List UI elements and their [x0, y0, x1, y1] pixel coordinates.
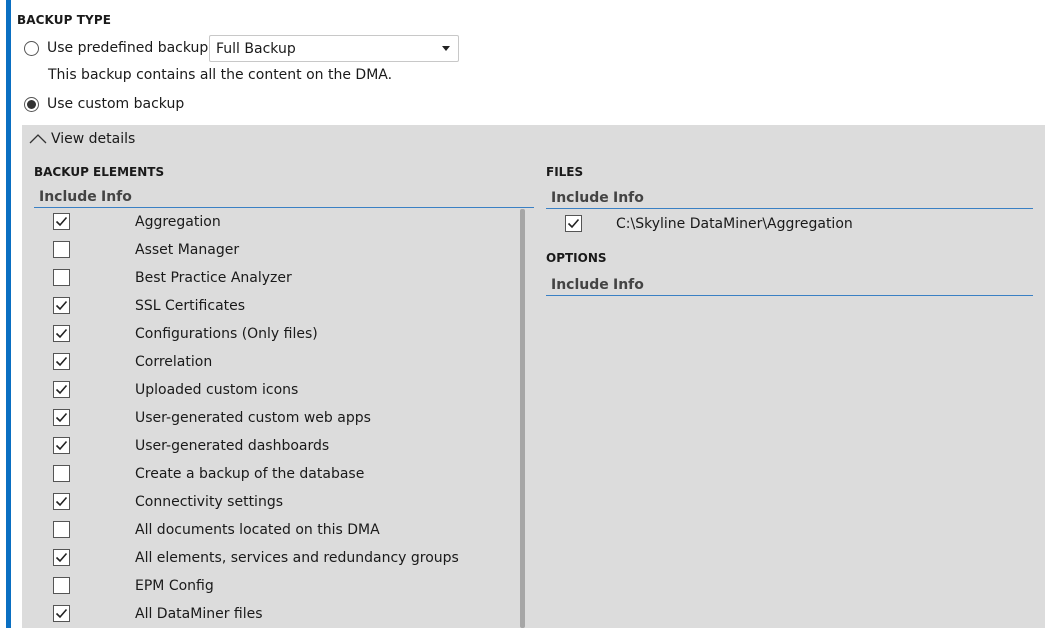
- backup-element-label: All DataMiner files: [135, 605, 263, 622]
- backup-element-row: Best Practice Analyzer: [53, 269, 292, 286]
- options-title: OPTIONS: [546, 251, 607, 265]
- backup-element-checkbox[interactable]: [53, 577, 70, 594]
- view-details-label: View details: [51, 131, 136, 147]
- backup-element-label: Create a backup of the database: [135, 465, 365, 482]
- chevron-up-icon: [29, 132, 47, 146]
- backup-element-row: Aggregation: [53, 213, 221, 230]
- backup-element-label: All documents located on this DMA: [135, 521, 380, 538]
- backup-element-row: EPM Config: [53, 577, 214, 594]
- backup-element-row: All documents located on this DMA: [53, 521, 380, 538]
- backup-elements-title: BACKUP ELEMENTS: [34, 165, 165, 179]
- details-panel: View details BACKUP ELEMENTS Include Inf…: [22, 125, 1045, 628]
- backup-element-checkbox[interactable]: [53, 549, 70, 566]
- backup-element-checkbox[interactable]: [53, 493, 70, 510]
- checkmark-icon: [55, 608, 68, 619]
- files-header-line: [546, 208, 1033, 209]
- file-label: C:\Skyline DataMiner\Aggregation: [616, 215, 853, 232]
- backup-element-checkbox[interactable]: [53, 241, 70, 258]
- checkmark-icon: [55, 552, 68, 563]
- backup-element-checkbox[interactable]: [53, 409, 70, 426]
- accent-bar: [6, 0, 11, 628]
- backup-element-row: Configurations (Only files): [53, 325, 318, 342]
- backup-element-label: Uploaded custom icons: [135, 381, 299, 398]
- file-row: C:\Skyline DataMiner\Aggregation: [565, 215, 853, 232]
- backup-element-label: Best Practice Analyzer: [135, 269, 292, 286]
- options-header: Include Info: [551, 277, 644, 293]
- section-title: BACKUP TYPE: [17, 13, 112, 27]
- predefined-backup-radio[interactable]: [24, 40, 39, 56]
- backup-element-label: Asset Manager: [135, 241, 240, 258]
- options-col-include[interactable]: Include: [551, 277, 613, 293]
- backup-element-label: Configurations (Only files): [135, 325, 318, 342]
- files-title: FILES: [546, 165, 584, 179]
- files-col-info[interactable]: Info: [613, 190, 644, 206]
- backup-element-label: Correlation: [135, 353, 213, 370]
- col-info[interactable]: Info: [101, 189, 132, 205]
- dropdown-arrow-icon: [442, 46, 450, 51]
- backup-element-checkbox[interactable]: [53, 381, 70, 398]
- files-col-include[interactable]: Include: [551, 190, 613, 206]
- backup-element-label: All elements, services and redundancy gr…: [135, 549, 459, 566]
- predefined-backup-option[interactable]: Use predefined backup:: [24, 40, 213, 56]
- backup-element-checkbox[interactable]: [53, 521, 70, 538]
- dropdown-value: Full Backup: [216, 40, 296, 57]
- backup-element-row: Create a backup of the database: [53, 465, 364, 482]
- checkmark-icon: [55, 412, 68, 423]
- custom-backup-option[interactable]: Use custom backup: [24, 96, 184, 112]
- backup-element-row: All DataMiner files: [53, 605, 263, 622]
- predefined-backup-description: This backup contains all the content on …: [48, 67, 393, 83]
- checkmark-icon: [55, 384, 68, 395]
- backup-element-label: SSL Certificates: [135, 297, 246, 314]
- backup-element-row: User-generated custom web apps: [53, 409, 371, 426]
- backup-element-row: Uploaded custom icons: [53, 381, 298, 398]
- backup-elements-header-line: [34, 207, 534, 208]
- custom-backup-radio[interactable]: [24, 96, 39, 112]
- backup-element-label: Aggregation: [135, 213, 221, 230]
- backup-element-checkbox[interactable]: [53, 465, 70, 482]
- backup-element-checkbox[interactable]: [53, 437, 70, 454]
- backup-element-label: User-generated custom web apps: [135, 409, 371, 426]
- backup-element-label: User-generated dashboards: [135, 437, 330, 454]
- view-details-toggle[interactable]: View details: [29, 131, 135, 147]
- predefined-backup-label: Use predefined backup:: [47, 40, 214, 56]
- backup-element-row: All elements, services and redundancy gr…: [53, 549, 459, 566]
- backup-element-checkbox[interactable]: [53, 297, 70, 314]
- custom-backup-label: Use custom backup: [47, 96, 185, 112]
- backup-element-row: Connectivity settings: [53, 493, 283, 510]
- checkmark-icon: [55, 496, 68, 507]
- backup-element-label: Connectivity settings: [135, 493, 284, 510]
- checkmark-icon: [55, 328, 68, 339]
- backup-element-checkbox[interactable]: [53, 325, 70, 342]
- checkmark-icon: [55, 216, 68, 227]
- file-checkbox[interactable]: [565, 215, 582, 232]
- checkmark-icon: [55, 440, 68, 451]
- checkmark-icon: [55, 356, 68, 367]
- backup-element-checkbox[interactable]: [53, 269, 70, 286]
- backup-element-checkbox[interactable]: [53, 353, 70, 370]
- backup-element-row: Correlation: [53, 353, 212, 370]
- backup-element-row: Asset Manager: [53, 241, 239, 258]
- backup-elements-scrollbar[interactable]: [520, 209, 525, 628]
- backup-element-label: EPM Config: [135, 577, 214, 594]
- col-include[interactable]: Include: [39, 189, 101, 205]
- checkmark-icon: [55, 300, 68, 311]
- files-header: Include Info: [551, 190, 644, 206]
- backup-element-row: User-generated dashboards: [53, 437, 329, 454]
- checkmark-icon: [567, 218, 580, 229]
- backup-element-checkbox[interactable]: [53, 213, 70, 230]
- backup-element-row: SSL Certificates: [53, 297, 245, 314]
- predefined-backup-dropdown[interactable]: Full Backup: [209, 35, 459, 62]
- options-header-line: [546, 295, 1033, 296]
- options-col-info[interactable]: Info: [613, 277, 644, 293]
- backup-element-checkbox[interactable]: [53, 605, 70, 622]
- backup-elements-header: Include Info: [39, 189, 132, 205]
